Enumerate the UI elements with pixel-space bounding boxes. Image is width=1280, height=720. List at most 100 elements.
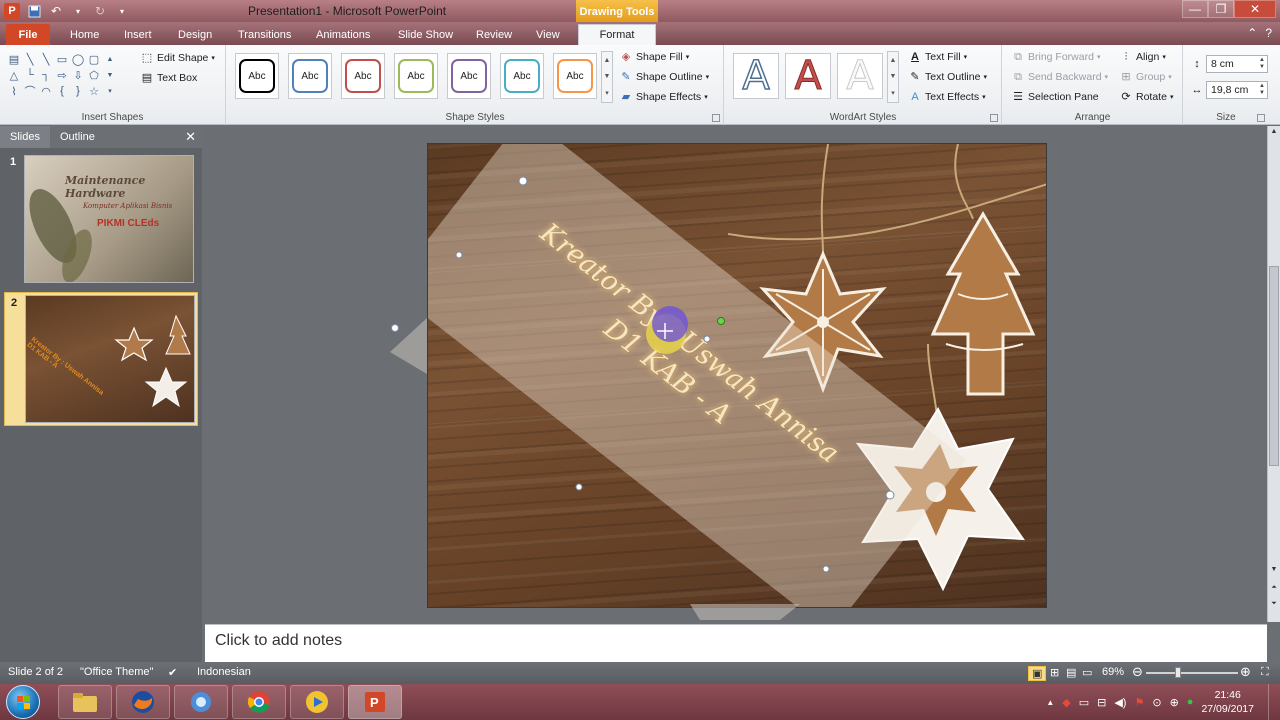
left-brace-icon[interactable]: { bbox=[54, 83, 70, 99]
tab-outline[interactable]: Outline bbox=[50, 126, 105, 148]
wordart-styles-scroll[interactable]: ▲ ▼ ▾ bbox=[887, 51, 899, 103]
redo-icon[interactable]: ↻ bbox=[92, 3, 108, 19]
tab-format[interactable]: Format bbox=[578, 24, 656, 45]
rotate-button[interactable]: ⟳ Rotate ▾ bbox=[1119, 90, 1173, 104]
wordart-style-option[interactable]: A bbox=[837, 53, 883, 100]
shape-width-input[interactable]: 19,8 cm ▲ ▼ bbox=[1206, 81, 1268, 99]
restore-button[interactable]: ❐ bbox=[1208, 0, 1234, 18]
quick-access-dropdown-icon[interactable]: ▾ bbox=[70, 3, 86, 19]
width-spinner-icon[interactable]: ▲ ▼ bbox=[1259, 83, 1267, 97]
close-icon[interactable]: ✕ bbox=[185, 129, 196, 145]
tray-app-icon[interactable]: ⊕ bbox=[1170, 696, 1179, 709]
power-icon[interactable]: ⊙ bbox=[1152, 696, 1161, 709]
taskbar-media-player[interactable] bbox=[290, 685, 344, 719]
tab-review[interactable]: Review bbox=[466, 24, 522, 45]
tray-app-icon[interactable]: ◆ bbox=[1062, 696, 1070, 709]
network-icon[interactable]: ⊟ bbox=[1097, 696, 1106, 709]
slide-show-view-icon[interactable]: ▭ bbox=[1082, 666, 1092, 679]
tab-insert[interactable]: Insert bbox=[114, 24, 162, 45]
normal-view-icon[interactable]: ▣ bbox=[1028, 666, 1047, 681]
taskbar-browser[interactable] bbox=[174, 685, 228, 719]
arc-shape-icon[interactable]: ◠ bbox=[38, 83, 54, 99]
minimize-button[interactable]: — bbox=[1182, 0, 1208, 18]
show-desktop-button[interactable] bbox=[1268, 684, 1280, 720]
gallery-up-icon[interactable]: ▲ bbox=[102, 51, 118, 67]
shape-height-input[interactable]: 8 cm ▲ ▼ bbox=[1206, 55, 1268, 73]
star-shape-icon[interactable]: ☆ bbox=[86, 83, 102, 99]
align-button[interactable]: ⫶ Align ▾ bbox=[1119, 50, 1166, 64]
scroll-up-icon[interactable]: ▲ bbox=[604, 57, 611, 64]
text-box-button[interactable]: ▤ Text Box bbox=[140, 71, 197, 85]
freeform-shape-icon[interactable]: ⌇ bbox=[6, 83, 22, 99]
arrow-right-shape-icon[interactable]: ⇨ bbox=[54, 67, 70, 83]
gallery-down-icon[interactable]: ▼ bbox=[102, 67, 118, 83]
reading-view-icon[interactable]: ▤ bbox=[1066, 666, 1076, 679]
taskbar-file-explorer[interactable] bbox=[58, 685, 112, 719]
shape-style-option[interactable]: Abc bbox=[235, 53, 279, 99]
tab-slides[interactable]: Slides bbox=[0, 126, 50, 148]
selection-handles[interactable] bbox=[428, 144, 1047, 608]
next-slide-icon[interactable]: ⏷ bbox=[1268, 600, 1280, 608]
scroll-down-icon[interactable]: ▼ bbox=[890, 73, 897, 80]
tray-app-icon[interactable]: ● bbox=[1187, 696, 1194, 708]
customize-toolbar-icon[interactable]: ▾ bbox=[114, 3, 130, 19]
right-brace-icon[interactable]: } bbox=[70, 83, 86, 99]
line-shape-icon[interactable]: ╲ bbox=[38, 51, 54, 67]
shape-style-option[interactable]: Abc bbox=[447, 53, 491, 99]
text-effects-button[interactable]: A Text Effects ▾ bbox=[908, 90, 985, 104]
size-dialog-launcher-icon[interactable] bbox=[1257, 114, 1265, 122]
tab-slide-show[interactable]: Slide Show bbox=[388, 24, 463, 45]
start-button[interactable] bbox=[6, 685, 40, 719]
help-icon[interactable]: ? bbox=[1265, 26, 1272, 40]
taskbar-chrome[interactable] bbox=[232, 685, 286, 719]
shape-style-option[interactable]: Abc bbox=[394, 53, 438, 99]
tab-animations[interactable]: Animations bbox=[306, 24, 380, 45]
rounded-rectangle-shape-icon[interactable]: ▢ bbox=[86, 51, 102, 67]
undo-icon[interactable]: ↶ bbox=[48, 3, 64, 19]
edit-shape-button[interactable]: ⬚ Edit Shape ▾ bbox=[140, 51, 215, 65]
zoom-slider-knob[interactable] bbox=[1174, 667, 1181, 678]
text-box-shape-icon[interactable]: ▤ bbox=[6, 51, 22, 67]
zoom-level[interactable]: 69% bbox=[1102, 666, 1124, 678]
slide-thumbnail-1[interactable]: 1 Maintenance Hardware Komputer Aplikasi… bbox=[4, 152, 198, 286]
close-button[interactable]: ✕ bbox=[1234, 0, 1276, 18]
tab-file[interactable]: File bbox=[6, 24, 50, 45]
display-icon[interactable]: ▭ bbox=[1079, 696, 1089, 709]
scrollbar-thumb[interactable] bbox=[1269, 266, 1279, 466]
triangle-shape-icon[interactable]: △ bbox=[6, 67, 22, 83]
fit-slide-icon[interactable]: ⛶ bbox=[1261, 666, 1269, 679]
shape-effects-button[interactable]: ▰ Shape Effects ▾ bbox=[619, 90, 708, 104]
system-clock[interactable]: 21:46 27/09/2017 bbox=[1201, 688, 1254, 716]
shape-outline-button[interactable]: ✎ Shape Outline ▾ bbox=[619, 70, 709, 84]
rectangle-shape-icon[interactable]: ▭ bbox=[54, 51, 70, 67]
slide-thumbnail-2[interactable]: 2 Kreator By : Uswah Annisa D1 KAB - A bbox=[4, 292, 198, 426]
volume-icon[interactable]: ◀) bbox=[1114, 696, 1126, 709]
zoom-slider[interactable] bbox=[1146, 667, 1238, 678]
text-fill-button[interactable]: A Text Fill ▾ bbox=[908, 50, 967, 64]
curve-shape-icon[interactable]: ⌒ bbox=[22, 83, 38, 99]
tab-transitions[interactable]: Transitions bbox=[228, 24, 301, 45]
shape-style-option[interactable]: Abc bbox=[500, 53, 544, 99]
tab-design[interactable]: Design bbox=[168, 24, 222, 45]
wordart-style-option[interactable]: A bbox=[733, 52, 779, 100]
tab-view[interactable]: View bbox=[526, 24, 570, 45]
send-backward-button[interactable]: ⧉ Send Backward ▾ bbox=[1011, 70, 1108, 84]
gallery-more-icon[interactable]: ▾ bbox=[891, 89, 895, 97]
group-button[interactable]: ⊞ Group ▾ bbox=[1119, 70, 1171, 84]
elbow-connector-icon[interactable]: ┐ bbox=[38, 67, 54, 83]
wordart-dialog-launcher-icon[interactable] bbox=[990, 114, 998, 122]
wordart-style-option[interactable]: A bbox=[785, 53, 831, 100]
elbow-connector-icon[interactable]: └ bbox=[22, 67, 38, 83]
zoom-in-icon[interactable]: ⊕ bbox=[1240, 664, 1251, 680]
shape-fill-button[interactable]: ◈ Shape Fill ▾ bbox=[619, 50, 689, 64]
language[interactable]: Indonesian bbox=[197, 666, 251, 678]
scroll-up-icon[interactable]: ▲ bbox=[890, 57, 897, 64]
selection-pane-button[interactable]: ☰ Selection Pane bbox=[1011, 90, 1099, 104]
taskbar-powerpoint[interactable]: P bbox=[348, 685, 402, 719]
gallery-more-icon[interactable]: ▾ bbox=[605, 89, 609, 97]
slide-canvas[interactable]: Kreator By : Uswah Annisa D1 KAB - A bbox=[427, 143, 1047, 608]
shape-style-option[interactable]: Abc bbox=[553, 53, 597, 99]
pentagon-shape-icon[interactable]: ⬠ bbox=[86, 67, 102, 83]
zoom-out-icon[interactable]: ⊖ bbox=[1132, 664, 1143, 680]
height-spinner-icon[interactable]: ▲ ▼ bbox=[1259, 57, 1267, 71]
